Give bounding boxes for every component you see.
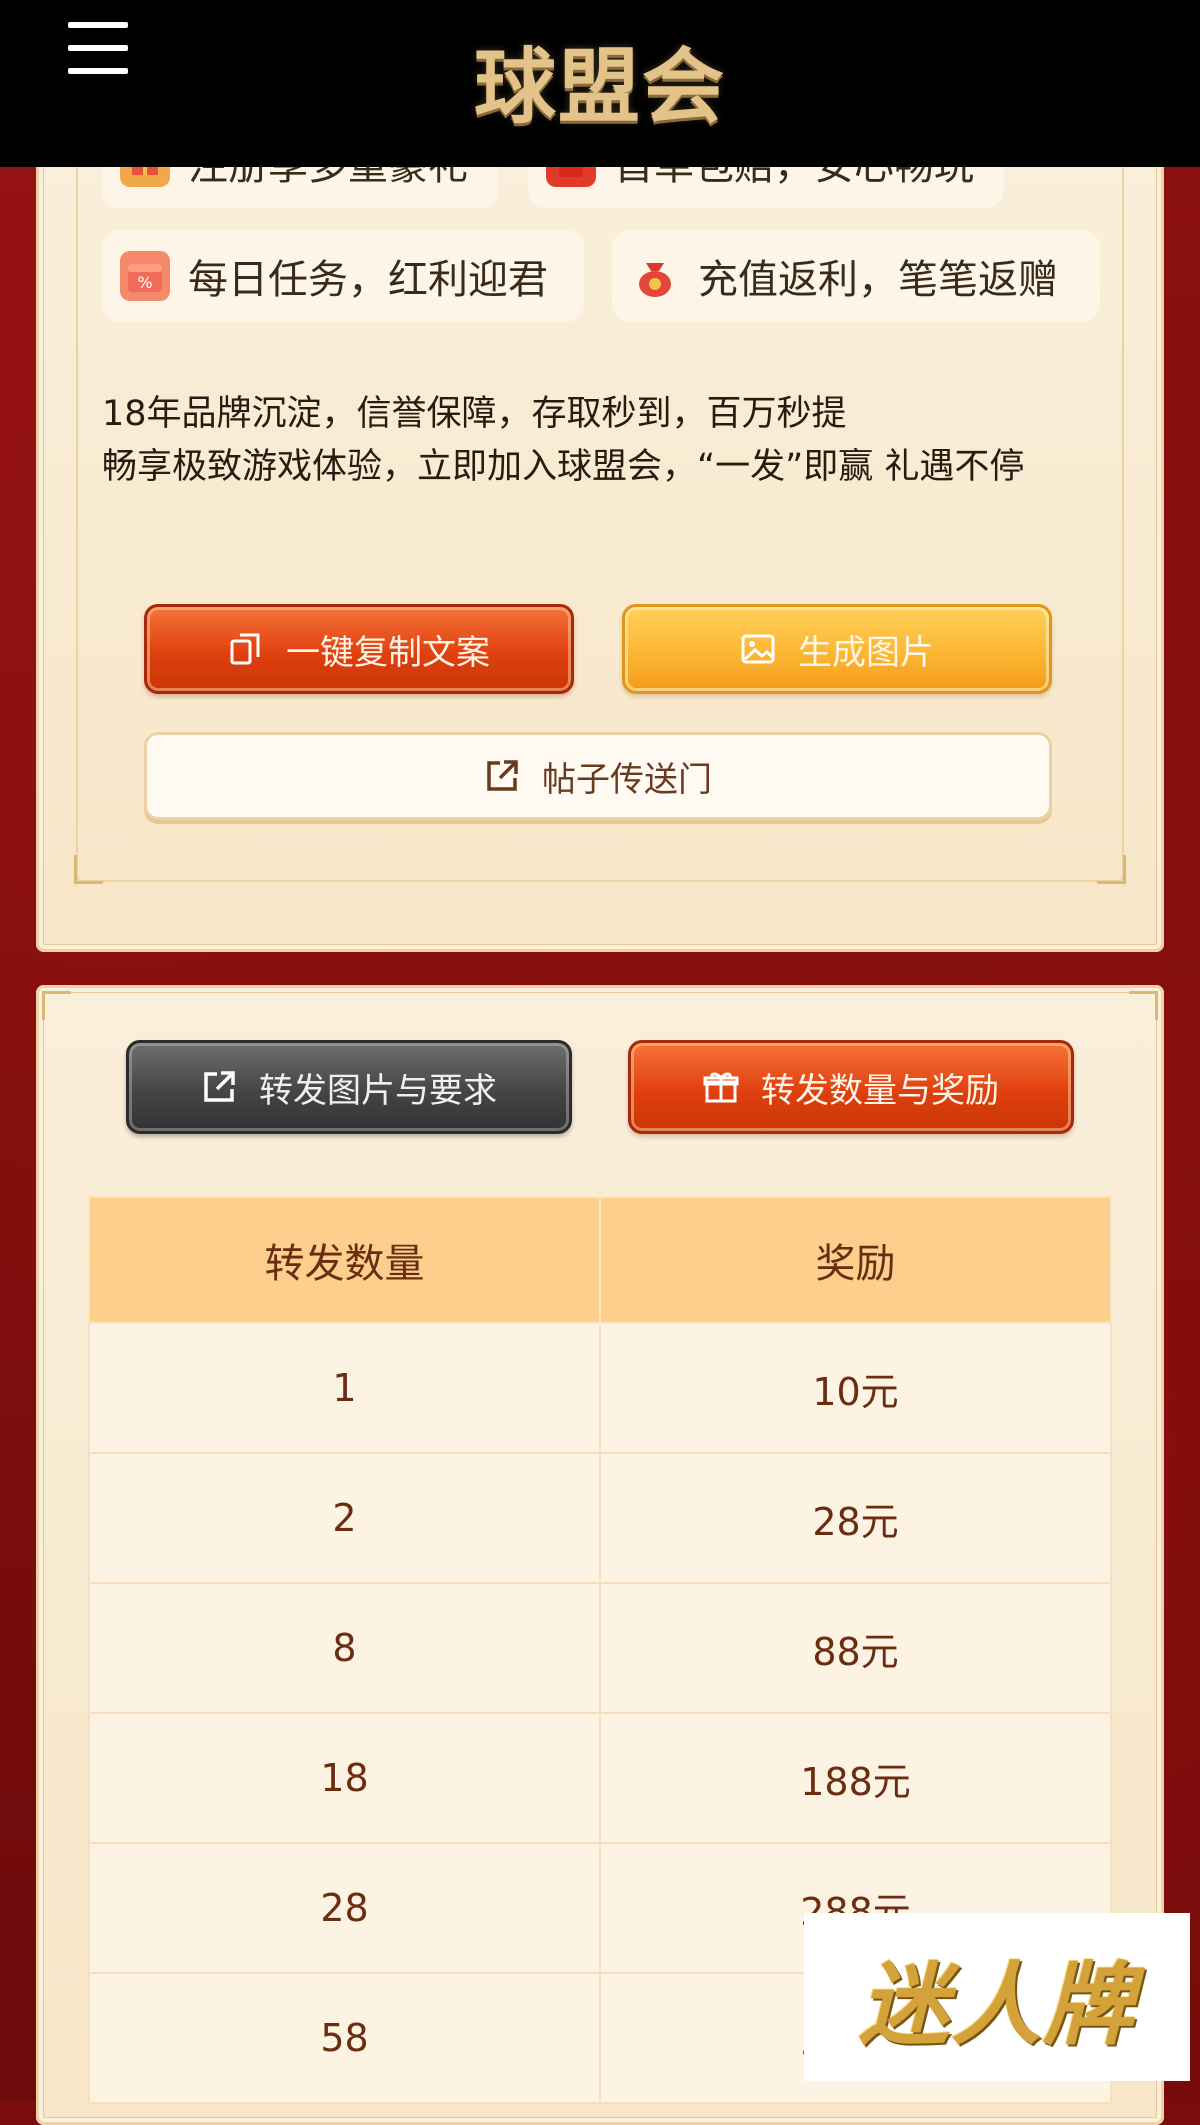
cell-reward: 28元 (599, 1452, 1112, 1584)
column-header-reward: 奖励 (599, 1196, 1112, 1324)
copy-text-label: 一键复制文案 (286, 632, 490, 673)
cell-reward: 10元 (599, 1322, 1112, 1454)
promo-description-line: 18年品牌沉淀，信誉保障，存取秒到，百万秒提 (102, 394, 847, 434)
table-row: 18 188元 (88, 1712, 1112, 1844)
external-link-icon (487, 760, 518, 791)
column-header-shares: 转发数量 (88, 1196, 601, 1324)
watermark-logo: 迷人牌 (804, 1913, 1190, 2081)
feature-tag-daily-task: % 每日任务，红利迎君 (102, 230, 584, 322)
promo-description-line: 畅享极致游戏体验，立即加入球盟会，“一发”即赢 礼遇不停 (102, 447, 1025, 487)
post-portal-button[interactable]: 帖子传送门 (144, 732, 1052, 820)
generate-image-label: 生成图片 (798, 632, 934, 673)
svg-text:%: % (137, 273, 152, 292)
feature-tag-label: 充值返利，笔笔返赠 (698, 257, 1058, 303)
copy-text-button[interactable]: 一键复制文案 (144, 604, 574, 694)
cell-shares: 18 (88, 1712, 601, 1844)
external-link-icon (204, 1071, 235, 1102)
tab-share-requirements-label: 转发图片与要求 (259, 1070, 497, 1111)
gift-icon (703, 1072, 739, 1103)
feature-tag-label: 每日任务，红利迎君 (188, 257, 548, 303)
brand-logo: 球盟会 (473, 40, 726, 135)
cell-shares: 1 (88, 1322, 601, 1454)
cell-shares: 28 (88, 1842, 601, 1974)
money-bag-icon (630, 251, 680, 301)
discount-gift-icon: % (120, 251, 170, 301)
watermark-text: 迷人牌 (859, 1953, 1135, 2058)
tab-share-rewards[interactable]: 转发数量与奖励 (628, 1040, 1074, 1134)
cell-shares: 58 (88, 1972, 601, 2104)
tab-share-requirements[interactable]: 转发图片与要求 (126, 1040, 572, 1134)
copy-icon (230, 633, 260, 665)
promo-panel: 注册享多重豪礼 首单包赔，安心畅玩 % 每日任务，红利迎君 充值返利，笔笔返赠 … (36, 116, 1164, 952)
table-header-row: 转发数量 奖励 (88, 1196, 1112, 1324)
table-row: 1 10元 (88, 1322, 1112, 1454)
cell-reward: 88元 (599, 1582, 1112, 1714)
cell-reward: 188元 (599, 1712, 1112, 1844)
table-row: 2 28元 (88, 1452, 1112, 1584)
generate-image-button[interactable]: 生成图片 (622, 604, 1052, 694)
image-icon (741, 634, 775, 664)
promo-description: 18年品牌沉淀，信誉保障，存取秒到，百万秒提 畅享极致游戏体验，立即加入球盟会，… (102, 388, 1092, 494)
feature-tag-recharge: 充值返利，笔笔返赠 (612, 230, 1100, 322)
post-portal-label: 帖子传送门 (542, 759, 712, 800)
tab-share-rewards-label: 转发数量与奖励 (761, 1070, 999, 1111)
top-bar: 球盟会 (0, 0, 1200, 167)
table-row: 8 88元 (88, 1582, 1112, 1714)
cell-shares: 8 (88, 1582, 601, 1714)
cell-shares: 2 (88, 1452, 601, 1584)
